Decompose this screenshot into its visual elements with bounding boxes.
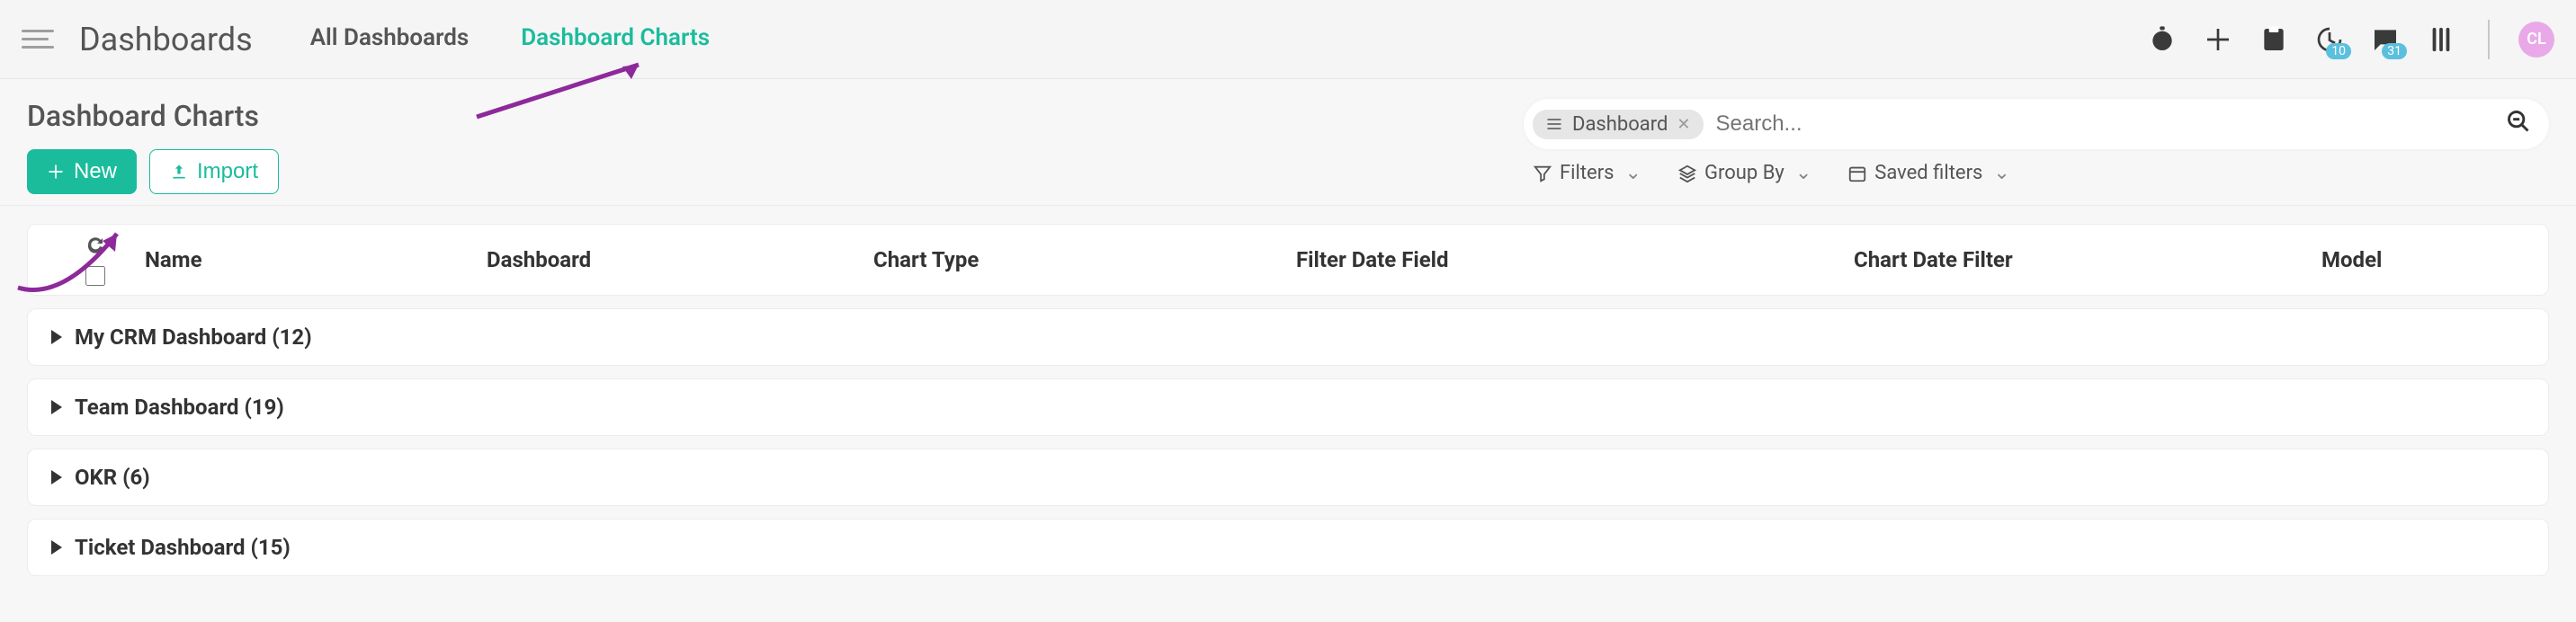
search-box[interactable]: Dashboard ✕ xyxy=(1524,99,2549,149)
caret-right-icon xyxy=(51,540,62,555)
settings-sliders-icon[interactable] xyxy=(2423,22,2459,58)
top-icon-tray: 10 31 CL xyxy=(2144,20,2554,59)
column-filter-date-field[interactable]: Filter Date Field xyxy=(1296,247,1854,272)
group-label: Team Dashboard (19) xyxy=(75,395,284,420)
group-label: My CRM Dashboard (12) xyxy=(75,324,312,350)
annotation-arrow-new xyxy=(9,216,144,306)
new-button-label: New xyxy=(74,159,117,184)
plus-icon xyxy=(47,163,65,181)
groupby-label: Group By xyxy=(1704,162,1784,184)
menu-toggle-icon[interactable] xyxy=(22,22,58,58)
filter-bar: Filters ⌄ Group By ⌄ Saved filters ⌄ xyxy=(1524,162,2549,184)
group-row-my-crm-dashboard[interactable]: My CRM Dashboard (12) xyxy=(27,308,2549,366)
filters-label: Filters xyxy=(1560,162,1614,184)
column-chart-date-filter[interactable]: Chart Date Filter xyxy=(1854,247,2321,272)
search-input[interactable] xyxy=(1716,111,2507,137)
calendar-icon xyxy=(1847,164,1867,183)
funnel-icon xyxy=(1533,164,1552,183)
activity-clock-icon[interactable]: 10 xyxy=(2312,22,2348,58)
activity-badge: 10 xyxy=(2326,43,2351,59)
page-title: Dashboard Charts xyxy=(27,99,279,133)
group-row-ticket-dashboard[interactable]: Ticket Dashboard (15) xyxy=(27,519,2549,576)
search-chip-dashboard[interactable]: Dashboard ✕ xyxy=(1533,110,1704,139)
zoom-out-icon[interactable] xyxy=(2506,109,2531,139)
clipboard-icon[interactable] xyxy=(2256,22,2292,58)
control-panel: Dashboard Charts New Import Dashboard ✕ xyxy=(0,79,2576,206)
chat-icon[interactable]: 31 xyxy=(2367,22,2403,58)
column-name[interactable]: Name xyxy=(145,247,487,272)
new-button[interactable]: New xyxy=(27,149,137,194)
chevron-down-icon: ⌄ xyxy=(1795,162,1811,184)
import-button[interactable]: Import xyxy=(149,149,279,194)
app-title: Dashboards xyxy=(79,21,253,58)
filters-dropdown[interactable]: Filters ⌄ xyxy=(1533,162,1641,184)
annotation-arrow-tab xyxy=(468,54,666,126)
chevron-down-icon: ⌄ xyxy=(1993,162,2009,184)
search-chip-label: Dashboard xyxy=(1572,113,1668,136)
plus-icon[interactable] xyxy=(2200,22,2236,58)
group-row-okr[interactable]: OKR (6) xyxy=(27,449,2549,506)
chevron-down-icon: ⌄ xyxy=(1625,162,1641,184)
chat-badge: 31 xyxy=(2382,43,2407,59)
groupby-dropdown[interactable]: Group By ⌄ xyxy=(1677,162,1811,184)
chip-remove-icon[interactable]: ✕ xyxy=(1677,115,1690,134)
column-model[interactable]: Model xyxy=(2321,247,2576,272)
stopwatch-icon[interactable] xyxy=(2144,22,2180,58)
upload-icon xyxy=(170,163,188,181)
column-chart-type[interactable]: Chart Type xyxy=(873,247,1296,272)
top-navigation: Dashboards All Dashboards Dashboard Char… xyxy=(0,0,2576,79)
column-dashboard[interactable]: Dashboard xyxy=(487,247,873,272)
saved-filters-label: Saved filters xyxy=(1874,162,1982,184)
table-header: Name Dashboard Chart Type Filter Date Fi… xyxy=(27,224,2549,296)
layers-icon xyxy=(1677,164,1697,183)
table-area: Name Dashboard Chart Type Filter Date Fi… xyxy=(0,206,2576,594)
import-button-label: Import xyxy=(197,159,258,184)
caret-right-icon xyxy=(51,400,62,414)
saved-filters-dropdown[interactable]: Saved filters ⌄ xyxy=(1847,162,2010,184)
divider xyxy=(2488,20,2490,59)
list-icon xyxy=(1545,115,1563,133)
caret-right-icon xyxy=(51,330,62,344)
group-row-team-dashboard[interactable]: Team Dashboard (19) xyxy=(27,378,2549,436)
group-label: OKR (6) xyxy=(75,465,150,490)
tab-all-dashboards[interactable]: All Dashboards xyxy=(307,17,473,61)
user-avatar[interactable]: CL xyxy=(2518,22,2554,58)
caret-right-icon xyxy=(51,470,62,484)
group-label: Ticket Dashboard (15) xyxy=(75,535,291,560)
